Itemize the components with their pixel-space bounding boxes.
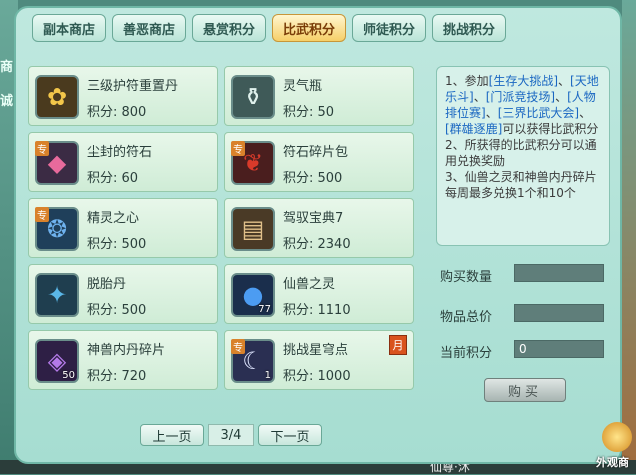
desc-text: 、	[473, 90, 486, 104]
page-indicator: 3/4	[208, 424, 254, 446]
monthly-badge: 月	[389, 335, 407, 355]
desc-link[interactable]: [门派竞技场]	[486, 90, 555, 104]
desc-text: 3、仙兽之灵和神兽内丹碎片每周最多兑换1个和10个	[445, 170, 597, 200]
item-points: 积分: 2340	[283, 237, 351, 252]
pagination: 上一页 3/4 下一页	[140, 424, 322, 446]
shop-item[interactable]: 专 ◆ 尘封的符石 积分: 60	[28, 132, 218, 192]
rune-stone-icon: 专 ◆	[35, 141, 79, 185]
current-points-value: 0	[514, 340, 604, 358]
total-label: 物品总价	[440, 310, 493, 325]
current-points-row: 当前积分 0	[440, 340, 616, 361]
spirit-bottle-icon: ⚱	[231, 75, 275, 119]
desc-text: 、	[579, 106, 592, 120]
item-name: 三级护符重置丹	[87, 79, 179, 94]
item-points: 积分: 800	[87, 105, 147, 120]
desc-text: 可以获得比武积分	[502, 122, 599, 136]
desc-text: 、	[558, 74, 571, 88]
shop-item[interactable]: ✦ 脱胎丹 积分: 500	[28, 264, 218, 324]
desc-link[interactable]: [三界比武大会]	[498, 106, 579, 120]
shop-item[interactable]: ● 77 仙兽之灵 积分: 1110	[224, 264, 414, 324]
quantity-row: 购买数量	[440, 264, 616, 285]
outlook-shop-button[interactable]: 外观商	[596, 422, 636, 472]
next-page-button[interactable]: 下一页	[258, 424, 322, 446]
item-name: 灵气瓶	[283, 79, 323, 94]
book-icon: ▤	[231, 207, 275, 251]
item-points: 积分: 500	[283, 171, 343, 186]
tab-bounty-points[interactable]: 悬赏积分	[192, 14, 266, 42]
current-points-label: 当前积分	[440, 346, 493, 361]
tab-mentor-points[interactable]: 师徒积分	[352, 14, 426, 42]
outlook-shop-icon	[602, 422, 632, 452]
edge-text: 商	[0, 60, 14, 75]
item-name: 挑战星穹点	[283, 343, 349, 358]
spirit-heart-icon: 专 ❂	[35, 207, 79, 251]
item-name: 仙兽之灵	[283, 277, 336, 292]
item-points: 积分: 1000	[283, 369, 351, 384]
desc-text: 、	[555, 90, 568, 104]
pill-icon: ✦	[35, 273, 79, 317]
desc-link[interactable]: [群雄逐鹿]	[445, 122, 502, 136]
quantity-input[interactable]	[514, 264, 604, 282]
prev-page-button[interactable]: 上一页	[140, 424, 204, 446]
desc-link[interactable]: [生存大挑战]	[489, 74, 558, 88]
buy-button[interactable]: 购买	[484, 378, 566, 402]
gold-charm-icon: ✿	[35, 75, 79, 119]
item-name: 驾驭宝典7	[283, 211, 344, 226]
quantity-label: 购买数量	[440, 270, 493, 285]
total-value	[514, 304, 604, 322]
item-name: 精灵之心	[87, 211, 140, 226]
desc-text: 1、参加	[445, 74, 489, 88]
item-name: 神兽内丹碎片	[87, 343, 166, 358]
shop-item[interactable]: ⚱ 灵气瓶 积分: 50	[224, 66, 414, 126]
item-name: 尘封的符石	[87, 145, 153, 160]
rules-description: 1、参加[生存大挑战]、[天地乐斗]、[门派竞技场]、[人物排位赛]、[三界比武…	[436, 66, 610, 246]
edge-text: 诚	[0, 94, 14, 109]
item-points: 积分: 1110	[283, 303, 351, 318]
crystal-icon: ◈ 50	[35, 339, 79, 383]
item-points: 积分: 500	[87, 237, 147, 252]
item-points: 积分: 500	[87, 303, 147, 318]
desc-text: 2、所获得的比武积分可以通用兑换奖励	[445, 138, 597, 168]
item-points: 积分: 50	[283, 105, 335, 120]
item-points: 积分: 720	[87, 369, 147, 384]
shop-item[interactable]: 专 ☾ 1 挑战星穹点 积分: 1000 月	[224, 330, 414, 390]
outlook-shop-label: 外观商	[596, 456, 629, 469]
item-name: 脱胎丹	[87, 277, 127, 292]
tab-bar: 副本商店 善恶商店 悬赏积分 比武积分 师徒积分 挑战积分	[32, 14, 506, 42]
orb-icon: ● 77	[231, 273, 275, 317]
item-points: 积分: 60	[87, 171, 139, 186]
moon-icon: 专 ☾ 1	[231, 339, 275, 383]
shop-item[interactable]: ◈ 50 神兽内丹碎片 积分: 720	[28, 330, 218, 390]
shop-item[interactable]: 专 ❂ 精灵之心 积分: 500	[28, 198, 218, 258]
points-shop-panel: 副本商店 善恶商店 悬赏积分 比武积分 师徒积分 挑战积分 ✿ 三级护符重置丹 …	[14, 6, 622, 464]
shop-item[interactable]: ✿ 三级护符重置丹 积分: 800	[28, 66, 218, 126]
shop-item[interactable]: ▤ 驾驭宝典7 积分: 2340	[224, 198, 414, 258]
rune-bag-icon: 专 ❦	[231, 141, 275, 185]
total-row: 物品总价	[440, 304, 616, 325]
desc-text: 、	[485, 106, 498, 120]
tab-arena-points[interactable]: 比武积分	[272, 14, 346, 42]
tab-challenge-points[interactable]: 挑战积分	[432, 14, 506, 42]
item-name: 符石碎片包	[283, 145, 349, 160]
right-edge	[622, 0, 636, 474]
tab-karma-shop[interactable]: 善恶商店	[112, 14, 186, 42]
shop-item[interactable]: 专 ❦ 符石碎片包 积分: 500	[224, 132, 414, 192]
tab-dungeon-shop[interactable]: 副本商店	[32, 14, 106, 42]
